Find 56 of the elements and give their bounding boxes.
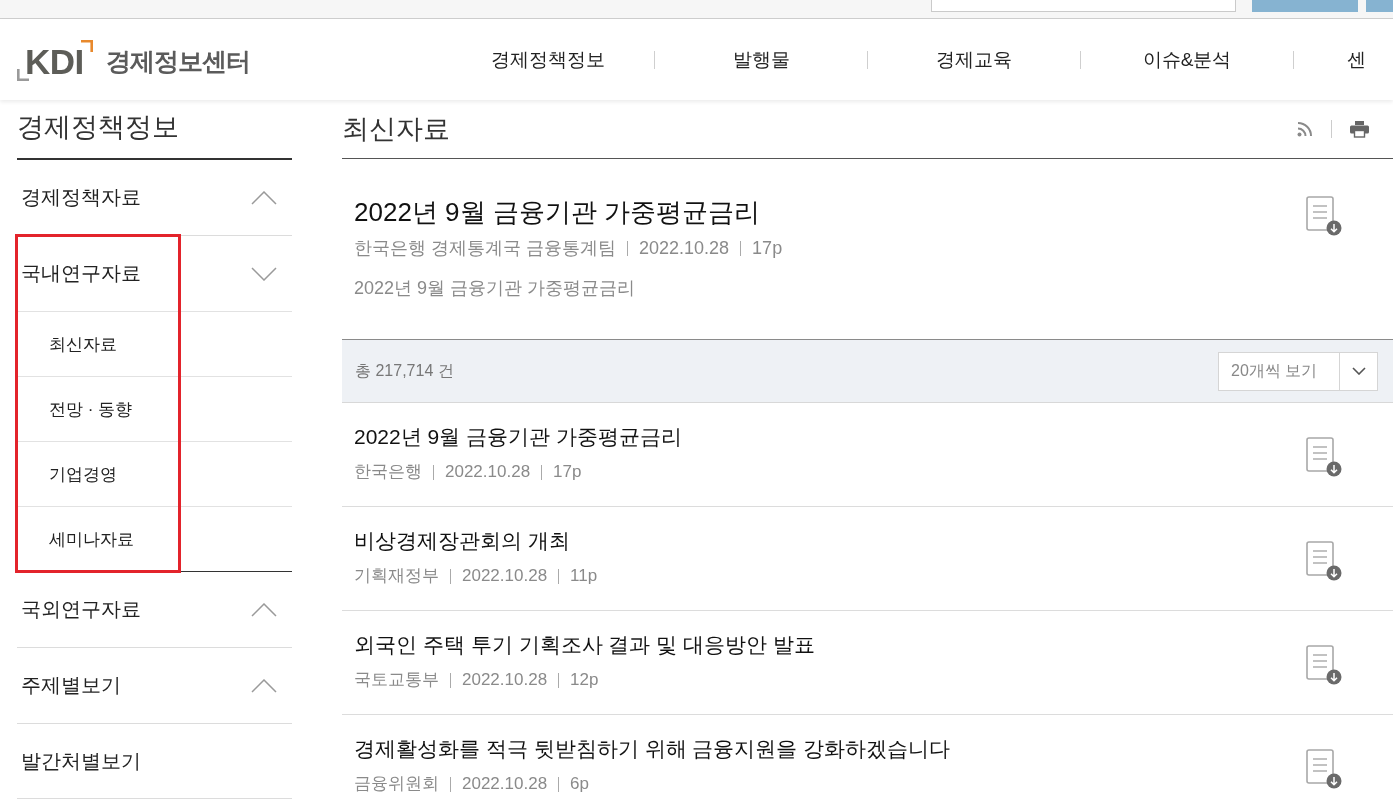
sidebar-item[interactable]: 발간처별보기 bbox=[17, 724, 292, 799]
date-text: 2022.10.28 bbox=[445, 461, 531, 483]
corner-mark-icon bbox=[17, 68, 29, 81]
sidebar-title: 경제정책정보 bbox=[17, 100, 292, 160]
nav-link[interactable]: 경제교육 bbox=[868, 46, 1080, 73]
publisher-text: 한국은행 경제통계국 금융통계팀 bbox=[354, 237, 616, 259]
page-title: 최신자료 bbox=[342, 113, 450, 146]
sidebar-item[interactable]: 국외연구자료 bbox=[17, 572, 292, 648]
document-download-icon[interactable] bbox=[1306, 749, 1342, 789]
date-text: 2022.10.28 bbox=[462, 669, 548, 691]
article-title[interactable]: 외국인 주택 투기 기획조사 결과 및 대응방안 발표 bbox=[354, 631, 815, 659]
chevron-up-icon[interactable] bbox=[251, 602, 277, 617]
publisher-text: 금융위원회 bbox=[354, 773, 439, 795]
rss-icon[interactable] bbox=[1297, 121, 1313, 137]
article-title[interactable]: 경제활성화를 적극 뒷받침하기 위해 금융지원을 강화하겠습니다 bbox=[354, 735, 951, 763]
sidebar-subitem[interactable]: 기업경영 bbox=[17, 442, 292, 507]
article-title[interactable]: 비상경제장관회의 개최 bbox=[354, 527, 570, 555]
date-text: 2022.10.28 bbox=[462, 565, 548, 587]
publisher-text: 기획재정부 bbox=[354, 565, 439, 587]
sidebar-subitem[interactable]: 최신자료 bbox=[17, 312, 292, 377]
page-count-text: 12p bbox=[570, 669, 599, 691]
sidebar-item[interactable]: 국내연구자료 bbox=[17, 236, 292, 312]
publisher-text: 국토교통부 bbox=[354, 669, 439, 691]
page-size-select[interactable]: 20개씩 보기 bbox=[1218, 351, 1378, 391]
nav-link[interactable]: 이슈&분석 bbox=[1081, 46, 1293, 73]
result-count: 총 217,714 건 bbox=[355, 360, 454, 381]
nav-link[interactable]: 발행물 bbox=[655, 46, 867, 73]
chevron-down-icon[interactable] bbox=[251, 266, 277, 281]
sidebar-subitem[interactable]: 세미나자료 bbox=[17, 507, 292, 571]
page-count-text: 11p bbox=[570, 565, 598, 587]
search-field[interactable] bbox=[931, 0, 1236, 12]
nav-link[interactable]: 경제정책정보 bbox=[442, 46, 654, 73]
caret-icon[interactable] bbox=[1351, 367, 1366, 375]
document-download-icon[interactable] bbox=[1306, 541, 1342, 581]
publisher-text: 한국은행 bbox=[354, 461, 422, 483]
article-title[interactable]: 2022년 9월 금융기관 가중평균금리 bbox=[354, 423, 682, 451]
logo-text[interactable]: 경제정보센터 bbox=[105, 49, 250, 74]
date-text: 2022.10.28 bbox=[462, 773, 548, 795]
article-summary: 2022년 9월 금융기관 가중평균금리 bbox=[354, 277, 636, 299]
page-count-text: 17p bbox=[752, 237, 783, 259]
nav-link[interactable]: 센 bbox=[1294, 46, 1366, 73]
sidebar-item[interactable]: 주제별보기 bbox=[17, 648, 292, 724]
date-text: 2022.10.28 bbox=[639, 237, 730, 259]
sidebar-item[interactable]: 경제정책자료 bbox=[17, 160, 292, 236]
document-download-icon[interactable] bbox=[1306, 645, 1342, 685]
logo-mark[interactable]: KDI bbox=[25, 44, 84, 79]
document-download-icon[interactable] bbox=[1306, 437, 1342, 477]
corner-mark-icon bbox=[80, 39, 93, 52]
page-count-text: 17p bbox=[553, 461, 582, 483]
page-count-text: 6p bbox=[570, 773, 589, 795]
sidebar-subitem[interactable]: 전망 · 동향 bbox=[17, 377, 292, 442]
chevron-up-icon[interactable] bbox=[251, 190, 277, 205]
print-icon[interactable] bbox=[1350, 120, 1369, 138]
document-download-icon[interactable] bbox=[1306, 196, 1342, 236]
chevron-up-icon[interactable] bbox=[251, 678, 277, 693]
article-title[interactable]: 2022년 9월 금융기관 가중평균금리 bbox=[354, 195, 760, 229]
